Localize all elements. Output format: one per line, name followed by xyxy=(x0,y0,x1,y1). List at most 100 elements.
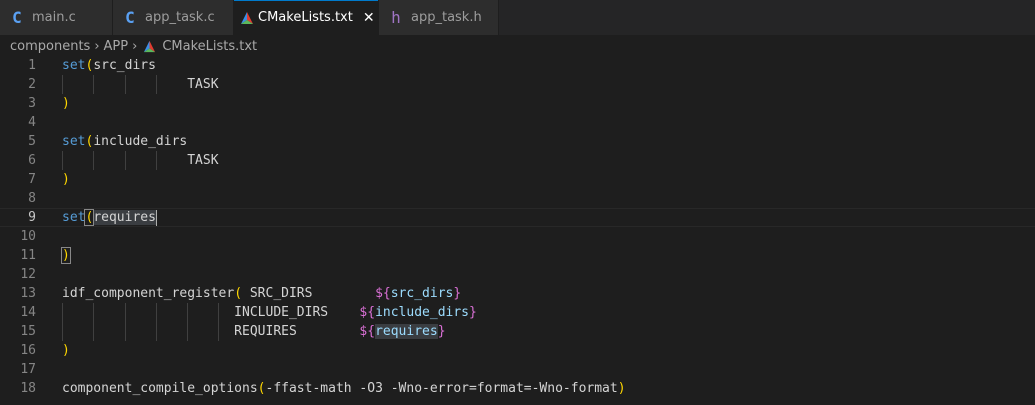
close-icon[interactable]: ✕ xyxy=(363,10,375,26)
code-line[interactable]: 3) xyxy=(0,94,1035,113)
line-code: ) xyxy=(62,170,70,189)
line-number: 8 xyxy=(28,191,36,206)
line-number: 11 xyxy=(20,248,36,263)
line-number: 15 xyxy=(20,324,36,339)
code-token: src_dirs xyxy=(390,286,454,301)
code-token: ) xyxy=(617,381,626,396)
code-token: TASK xyxy=(62,153,219,168)
code-token: } xyxy=(469,305,477,320)
code-line[interactable]: 10 xyxy=(0,227,1035,246)
code-token: INCLUDE_DIRS xyxy=(62,305,360,320)
code-token: ( xyxy=(257,381,266,396)
h-file-icon: h xyxy=(391,8,401,27)
line-number: 5 xyxy=(28,134,36,149)
chevron-right-icon: › xyxy=(132,38,138,54)
code-token: ${ xyxy=(375,286,391,301)
tab-label: CMakeLists.txt xyxy=(258,10,353,25)
line-number: 16 xyxy=(20,343,36,358)
code-token: set xyxy=(62,58,86,73)
code-line[interactable]: 13 idf_component_register( SRC_DIRS ${src… xyxy=(0,284,1035,303)
line-number: 17 xyxy=(20,362,36,377)
line-code: REQUIRES ${requires} xyxy=(62,322,446,341)
c-file-icon: C xyxy=(125,8,135,27)
cmake-icon xyxy=(240,11,254,25)
code-token: ( xyxy=(234,286,243,301)
code-token: requires xyxy=(93,210,156,225)
code-token: idf_component_register xyxy=(62,286,235,301)
code-line[interactable]: 5 set(include_dirs xyxy=(0,132,1035,151)
line-code: ) xyxy=(62,341,70,360)
tab-label: app_task.c xyxy=(145,10,215,25)
cmake-icon xyxy=(143,40,156,53)
line-code: set(include_dirs xyxy=(62,132,187,151)
code-token: set xyxy=(62,210,86,225)
tab-app-task-c[interactable]: C app_task.c xyxy=(113,0,234,35)
line-code: set(src_dirs xyxy=(62,56,156,75)
line-code: idf_component_register( SRC_DIRS ${src_d… xyxy=(62,284,461,303)
tab-cmakelists[interactable]: CMakeLists.txt ✕ xyxy=(234,0,379,35)
tab-label: app_task.h xyxy=(411,10,482,25)
code-token: component_compile_options xyxy=(62,381,258,396)
code-line[interactable]: 15 REQUIRES ${requires} xyxy=(0,322,1035,341)
line-code: INCLUDE_DIRS ${include_dirs} xyxy=(62,303,477,322)
code-line[interactable]: 9 set(requires xyxy=(0,208,1035,227)
code-token: -ffast-math -O3 -Wno-error=format=-Wno-f… xyxy=(265,381,618,396)
code-line[interactable]: 6 TASK xyxy=(0,151,1035,170)
code-token: } xyxy=(437,324,446,339)
line-code: component_compile_options(-ffast-math -O… xyxy=(62,379,626,398)
code-token: } xyxy=(453,286,462,301)
breadcrumb: components › APP › CMakeLists.txt xyxy=(0,35,1035,57)
breadcrumb-item-components[interactable]: components xyxy=(10,39,90,54)
code-token: ) xyxy=(62,96,70,111)
line-number: 7 xyxy=(28,172,36,187)
code-line[interactable]: 2 TASK xyxy=(0,75,1035,94)
code-token: include_dirs xyxy=(375,305,469,320)
code-line[interactable]: 8 xyxy=(0,189,1035,208)
code-token: include_dirs xyxy=(93,134,188,149)
code-token: ) xyxy=(61,247,71,264)
code-token: ) xyxy=(62,172,70,187)
text-cursor xyxy=(155,209,157,226)
code-line[interactable]: 18 component_compile_options(-ffast-math … xyxy=(0,379,1035,398)
code-token: ${ xyxy=(359,305,376,320)
tab-label: main.c xyxy=(32,10,76,25)
breadcrumb-item-app[interactable]: APP xyxy=(104,39,129,54)
code-line[interactable]: 12 xyxy=(0,265,1035,284)
line-code: ) xyxy=(62,94,70,113)
line-number: 12 xyxy=(20,267,36,282)
line-number: 18 xyxy=(20,381,36,396)
line-code: set(requires xyxy=(62,209,157,226)
code-line[interactable]: 11) xyxy=(0,246,1035,265)
line-code: TASK xyxy=(62,75,219,94)
code-line[interactable]: 17 xyxy=(0,360,1035,379)
code-token: REQUIRES xyxy=(62,324,360,339)
tab-app-task-h[interactable]: h app_task.h xyxy=(379,0,499,35)
line-number: 14 xyxy=(20,305,36,320)
code-line[interactable]: 7) xyxy=(0,170,1035,189)
code-line[interactable]: 16) xyxy=(0,341,1035,360)
code-token: TASK xyxy=(62,77,219,92)
line-number: 2 xyxy=(28,77,36,92)
code-line[interactable]: 14 INCLUDE_DIRS ${include_dirs} xyxy=(0,303,1035,322)
tab-main-c[interactable]: C main.c xyxy=(0,0,113,35)
code-line[interactable]: 1 set(src_dirs xyxy=(0,56,1035,75)
line-number: 10 xyxy=(20,229,36,244)
line-number: 1 xyxy=(28,58,36,73)
code-editor[interactable]: 1 set(src_dirs 2 TASK 3) 4 5 set(include_dirs 6… xyxy=(0,56,1035,405)
c-file-icon: C xyxy=(12,8,22,27)
code-line[interactable]: 4 xyxy=(0,113,1035,132)
line-number: 6 xyxy=(28,153,36,168)
tab-bar: C main.c C app_task.c CMakeLists.txt ✕ h… xyxy=(0,0,1035,35)
code-token: ) xyxy=(62,343,70,358)
line-code: TASK xyxy=(62,151,219,170)
line-number: 3 xyxy=(28,96,36,111)
chevron-right-icon: › xyxy=(94,38,100,54)
code-token: requires xyxy=(375,324,438,339)
line-code: ) xyxy=(61,246,71,265)
code-token: SRC_DIRS xyxy=(242,286,376,301)
code-token: ${ xyxy=(359,324,376,339)
line-number: 4 xyxy=(28,115,36,130)
breadcrumb-item-file[interactable]: CMakeLists.txt xyxy=(162,39,257,54)
code-token: src_dirs xyxy=(93,58,156,73)
code-token: set xyxy=(62,134,86,149)
